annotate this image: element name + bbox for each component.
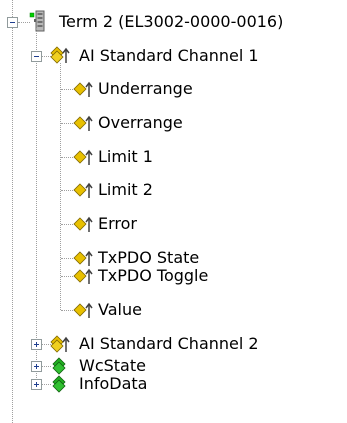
tree-node-wcstate-label[interactable]: WcState	[79, 356, 146, 376]
tree-node-term-2-label[interactable]: Term 2 (EL3002-0000-0016)	[59, 12, 283, 32]
tree-connector-line	[36, 28, 37, 384]
input-variable-icon	[73, 180, 93, 200]
input-variable-icon	[73, 300, 93, 320]
tree-connector-line	[12, 28, 13, 423]
input-variable-icon	[73, 79, 93, 99]
tree-node-value-label[interactable]: Value	[98, 300, 142, 320]
input-variable-icon	[73, 113, 93, 133]
input-variable-icon	[73, 147, 93, 167]
tree-node-limit-2-label[interactable]: Limit 2	[98, 180, 153, 200]
tree-node-ai-channel-1-label[interactable]: AI Standard Channel 1	[79, 46, 259, 66]
input-group-icon	[50, 45, 70, 65]
tree-connector-line	[60, 63, 61, 310]
tree-node-txpdo-state-label[interactable]: TxPDO State	[98, 248, 199, 268]
tree-node-txpdo-toggle-label[interactable]: TxPDO Toggle	[98, 266, 208, 286]
expand-toggle-wcstate[interactable]	[31, 361, 42, 372]
tree-node-underrange-label[interactable]: Underrange	[98, 79, 193, 99]
input-variable-icon	[73, 248, 93, 268]
status-group-icon	[50, 356, 70, 376]
tree-node-limit-1-label[interactable]: Limit 1	[98, 147, 153, 167]
collapse-toggle-ai-channel-1[interactable]	[31, 51, 42, 62]
status-group-icon	[50, 374, 70, 394]
expand-toggle-ai-channel-2[interactable]	[31, 339, 42, 350]
input-variable-icon	[73, 214, 93, 234]
collapse-toggle-term-2[interactable]	[7, 17, 18, 28]
tree-node-error-label[interactable]: Error	[98, 214, 137, 234]
input-group-icon	[50, 334, 70, 354]
tree-node-infodata-label[interactable]: InfoData	[79, 374, 147, 394]
input-variable-icon	[73, 266, 93, 286]
tree-connector-line	[12, 0, 13, 17]
expand-toggle-infodata[interactable]	[31, 379, 42, 390]
io-tree-view: Term 2 (EL3002-0000-0016) AI Standard Ch…	[0, 0, 347, 423]
tree-node-ai-channel-2-label[interactable]: AI Standard Channel 2	[79, 334, 259, 354]
tree-node-overrange-label[interactable]: Overrange	[98, 113, 183, 133]
terminal-module-icon	[29, 10, 49, 32]
